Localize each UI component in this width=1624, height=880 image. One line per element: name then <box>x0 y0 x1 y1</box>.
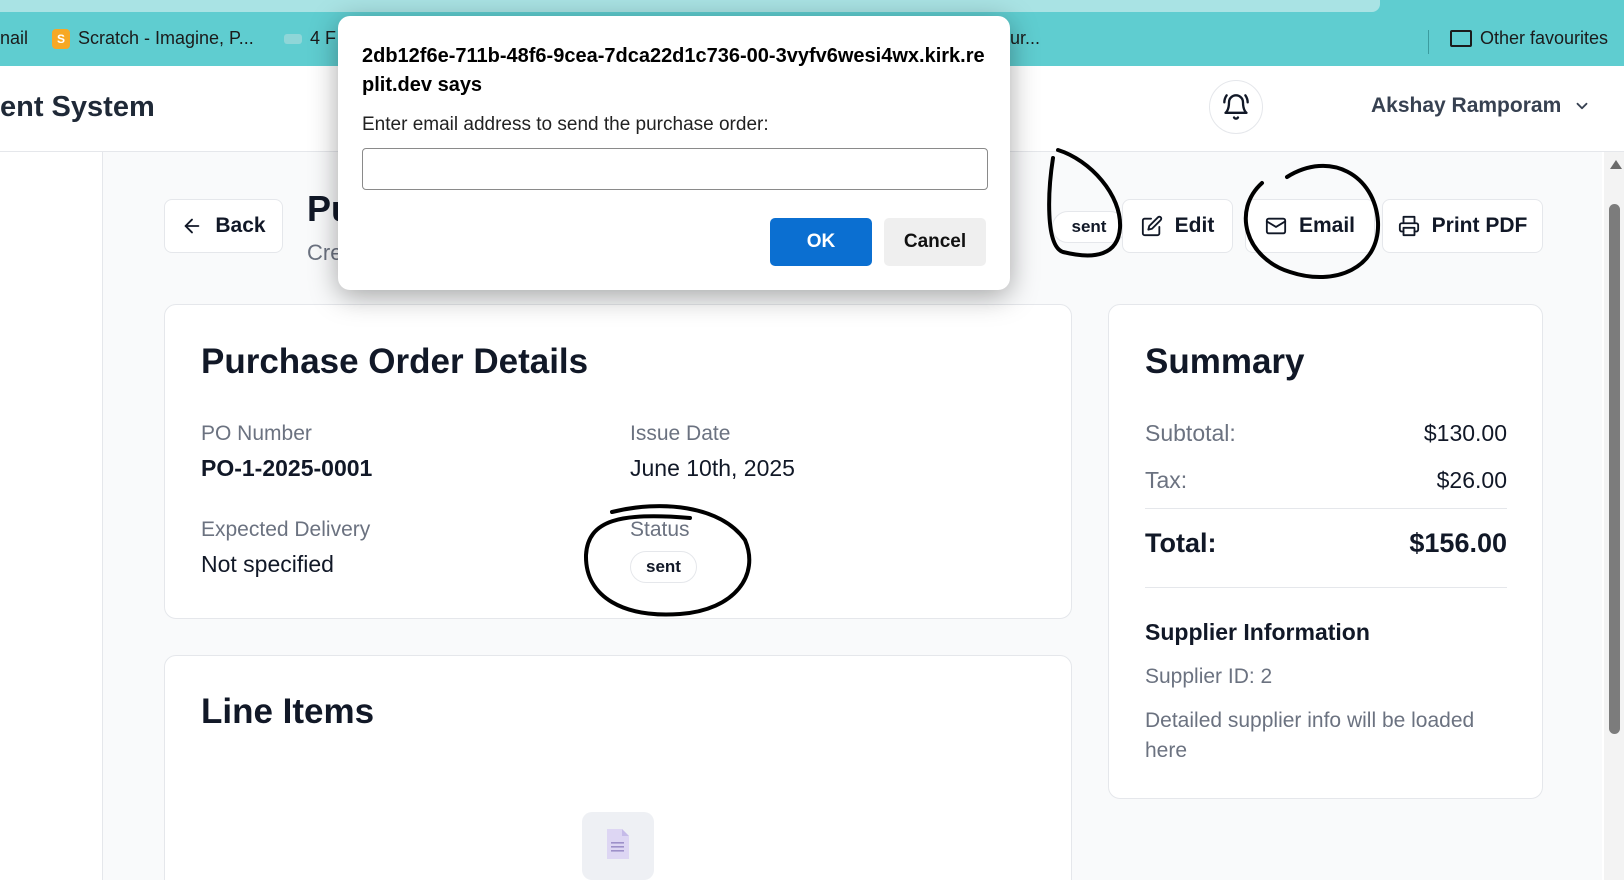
ok-button[interactable]: OK <box>770 218 872 266</box>
printer-icon <box>1398 215 1419 237</box>
supplier-info-title: Supplier Information <box>1145 619 1370 645</box>
edit-button[interactable]: Edit <box>1122 199 1233 253</box>
print-pdf-button[interactable]: Print PDF <box>1382 199 1543 253</box>
subtotal-value: $130.00 <box>1423 420 1507 446</box>
status-badge: sent <box>1052 211 1126 243</box>
bookmark-label: Scratch - Imagine, P... <box>78 28 254 48</box>
scratch-icon: S <box>52 28 70 49</box>
bookmark-mail[interactable]: nail <box>0 28 28 49</box>
po-number-label: PO Number <box>201 422 312 445</box>
total-row: Total: $156.00 <box>1145 528 1507 559</box>
cancel-button[interactable]: Cancel <box>884 218 986 266</box>
browser-tab-strip <box>0 0 1624 14</box>
supplier-divider <box>1145 587 1507 588</box>
total-value: $156.00 <box>1409 528 1507 558</box>
po-number-value: PO-1-2025-0001 <box>201 455 373 481</box>
subtotal-label: Subtotal: <box>1145 420 1236 446</box>
email-input[interactable] <box>362 148 988 190</box>
active-tab-edge <box>0 0 1380 12</box>
status-value-badge: sent <box>630 551 697 583</box>
mail-icon <box>1265 217 1287 235</box>
scroll-up-icon[interactable] <box>1610 160 1622 169</box>
bookmark-label: ur... <box>1010 28 1041 48</box>
tax-value: $26.00 <box>1436 467 1507 493</box>
issue-date-value: June 10th, 2025 <box>630 455 795 481</box>
issue-date-label: Issue Date <box>630 422 731 445</box>
user-name: Akshay Ramporam <box>1371 94 1562 117</box>
expected-delivery-value: Not specified <box>201 551 334 577</box>
expected-delivery-label: Expected Delivery <box>201 518 371 541</box>
other-favourites[interactable]: Other favourites <box>1450 28 1608 49</box>
chevron-down-icon <box>1576 102 1588 110</box>
back-label: Back <box>215 214 266 237</box>
dialog-title: 2db12f6e-711b-48f6-9cea-7dca22d1c736-00-… <box>362 45 985 96</box>
line-items-title: Line Items <box>201 692 375 731</box>
tax-label: Tax: <box>1145 467 1188 493</box>
po-details-title: Purchase Order Details <box>201 342 589 381</box>
supplier-note: Detailed supplier info will be loaded he… <box>1145 709 1475 762</box>
bookmark-label: nail <box>0 28 29 48</box>
dialog-message: Enter email address to send the purchase… <box>362 114 769 135</box>
supplier-id: Supplier ID: 2 <box>1145 665 1273 688</box>
other-favourites-label: Other favourites <box>1480 28 1609 48</box>
summary-title: Summary <box>1145 342 1305 381</box>
email-button[interactable]: Email <box>1245 199 1375 253</box>
bookmark-4[interactable]: 4 F <box>284 28 336 49</box>
folder-icon <box>1450 30 1472 47</box>
bookmark-scratch[interactable]: S Scratch - Imagine, P... <box>52 28 254 49</box>
summary-divider <box>1145 508 1507 509</box>
tax-row: Tax: $26.00 <box>1145 467 1507 494</box>
arrow-left-icon <box>185 218 200 234</box>
total-label: Total: <box>1145 528 1217 558</box>
status-label: Status <box>630 518 690 541</box>
back-button[interactable]: Back <box>164 199 283 253</box>
edit-icon <box>1141 215 1162 237</box>
app-title: ent System <box>0 91 155 123</box>
scrollbar-thumb[interactable] <box>1609 204 1620 734</box>
subtotal-row: Subtotal: $130.00 <box>1145 420 1507 447</box>
empty-state-document-icon <box>582 812 654 880</box>
notifications-button[interactable] <box>1209 80 1263 134</box>
email-label: Email <box>1298 214 1356 237</box>
edit-label: Edit <box>1174 214 1215 237</box>
bookmark-label: 4 F <box>310 28 337 48</box>
user-menu[interactable]: Akshay Ramporam <box>1371 94 1591 118</box>
document-icon <box>607 829 629 859</box>
prompt-dialog: 2db12f6e-711b-48f6-9cea-7dca22d1c736-00-… <box>338 16 1010 290</box>
print-label: Print PDF <box>1431 214 1528 237</box>
bell-icon <box>1223 94 1249 120</box>
bookmark-site-icon <box>284 33 302 44</box>
bookmark-partial[interactable]: ur... <box>1010 28 1040 49</box>
bookmarks-divider <box>1428 30 1429 54</box>
